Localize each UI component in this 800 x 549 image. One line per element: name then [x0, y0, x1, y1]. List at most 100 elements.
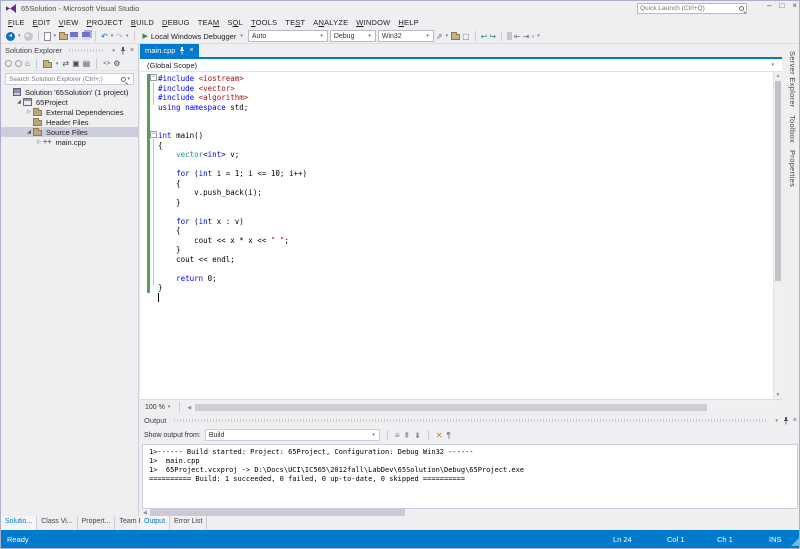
solution-search-input[interactable] [6, 76, 121, 83]
properties-wrench-icon[interactable]: ⚙ [113, 59, 120, 68]
undo-icon[interactable]: ↶ [101, 32, 108, 41]
pin-icon[interactable] [120, 47, 126, 55]
output-source-combo[interactable]: Build ▾ [205, 429, 380, 441]
window-position-icon[interactable]: ▾ [112, 48, 115, 54]
clear-bookmarks-icon[interactable]: ▫ [531, 32, 534, 41]
add-item-icon[interactable] [451, 34, 460, 40]
home-icon[interactable]: ⌂ [25, 59, 30, 68]
scroll-down-icon[interactable]: ▼ [774, 391, 782, 399]
find-message-icon[interactable]: ≡ [395, 431, 400, 440]
panel-tab-error-list[interactable]: Error List [170, 516, 207, 530]
tool-tab-propert[interactable]: Propert... [78, 516, 116, 530]
scope-folder-icon[interactable] [43, 62, 52, 68]
chevron-down-icon[interactable]: ▾ [126, 33, 129, 39]
editor-code-area[interactable]: −− #include <iostream>#include <vector>#… [140, 72, 773, 399]
chevron-down-icon[interactable]: ▾ [56, 61, 59, 67]
tree-item-main-cpp[interactable]: ▷++main.cpp [1, 137, 138, 147]
show-all-files-icon[interactable]: ▤ [83, 59, 91, 68]
resize-grip-icon[interactable] [791, 538, 799, 546]
side-tab-properties[interactable]: Properties [788, 150, 797, 187]
menu-window[interactable]: WINDOW [352, 18, 394, 27]
panel-tab-output[interactable]: Output [140, 516, 170, 530]
view-code-icon[interactable]: <> [103, 61, 110, 67]
word-wrap-icon[interactable]: ¶ [447, 431, 451, 440]
menu-test[interactable]: TEST [281, 18, 309, 27]
expander-collapsed-icon[interactable]: ▷ [25, 109, 33, 115]
chevron-down-icon[interactable]: ▾ [127, 76, 130, 82]
maximize-button[interactable]: □ [779, 1, 784, 10]
menu-file[interactable]: FILE [4, 18, 29, 27]
quick-launch-input[interactable] [640, 5, 739, 12]
new-file-icon[interactable] [44, 32, 51, 41]
tree-item-header-files[interactable]: Header Files [1, 117, 138, 127]
navigate-forward-history-icon[interactable]: ↪ [489, 32, 496, 41]
menu-view[interactable]: VIEW [55, 18, 83, 27]
tree-item-solution-65solution-1-project[interactable]: Solution '65Solution' (1 project) [1, 87, 138, 97]
menu-analyze[interactable]: ANALYZE [309, 18, 352, 27]
panel-grip[interactable] [69, 49, 104, 52]
back-icon[interactable] [5, 60, 12, 67]
scrollbar-thumb[interactable] [775, 81, 781, 281]
panel-grip[interactable] [174, 419, 768, 422]
clear-all-icon[interactable]: ✕ [436, 431, 443, 440]
previous-bookmark-icon[interactable]: ⇤ [514, 32, 521, 41]
zoom-control[interactable]: 100 % ▾ [142, 404, 174, 411]
scroll-left-icon[interactable]: ◀ [187, 405, 191, 411]
close-icon[interactable]: × [130, 47, 134, 54]
side-tab-toolbox[interactable]: Toolbox [788, 115, 797, 143]
collapse-region-icon[interactable]: − [150, 131, 157, 138]
pin-icon[interactable] [179, 47, 185, 55]
menu-edit[interactable]: EDIT [29, 18, 55, 27]
chevron-down-icon[interactable]: ▾ [771, 62, 774, 68]
chevron-down-icon[interactable]: ▾ [537, 33, 540, 39]
navigation-bar[interactable]: (Global Scope) ▾ [140, 59, 782, 72]
scrollbar-thumb[interactable] [150, 509, 405, 516]
tree-item-65project[interactable]: ◢65Project [1, 97, 138, 107]
next-bookmark-icon[interactable]: ⇥ [523, 32, 530, 41]
tree-item-source-files[interactable]: ◢Source Files [1, 127, 138, 137]
save-all-icon[interactable] [82, 32, 90, 40]
quick-launch-box[interactable] [637, 3, 747, 14]
solution-configurations-combo[interactable]: Auto▾ [248, 30, 328, 42]
editor-horizontal-scrollbar[interactable]: ◀ [185, 403, 780, 412]
menu-build[interactable]: BUILD [127, 18, 158, 27]
sync-with-active-document-icon[interactable]: ⇄ [62, 59, 69, 68]
output-log[interactable]: 1>------ Build started: Project: 65Proje… [142, 444, 798, 509]
start-debug-button[interactable]: ▶ Local Windows Debugger ▾ [140, 32, 245, 41]
menu-tools[interactable]: TOOLS [247, 18, 281, 27]
bookmark-icon[interactable] [507, 32, 512, 40]
save-icon[interactable] [70, 32, 78, 40]
window-position-icon[interactable]: ▾ [775, 418, 778, 424]
expander-expanded-icon[interactable]: ◢ [15, 99, 23, 105]
next-message-icon[interactable]: ⇟ [414, 431, 421, 440]
chevron-down-icon[interactable]: ▾ [18, 33, 21, 39]
navigate-backward-history-icon[interactable]: ↩ [481, 32, 488, 41]
menu-team[interactable]: TEAM [194, 18, 224, 27]
tab-main-cpp[interactable]: main.cpp × [140, 44, 199, 57]
menu-help[interactable]: HELP [394, 18, 422, 27]
menu-project[interactable]: PROJECT [83, 18, 127, 27]
close-icon[interactable]: × [189, 47, 193, 54]
close-button[interactable]: × [792, 1, 797, 10]
output-horizontal-scrollbar[interactable]: ◀ [142, 509, 798, 516]
previous-message-icon[interactable]: ⇞ [403, 431, 410, 440]
chevron-down-icon[interactable]: ▾ [446, 33, 449, 39]
forward-icon[interactable] [15, 60, 22, 67]
platform-combo[interactable]: Win32▾ [378, 30, 434, 42]
configuration-combo[interactable]: Debug▾ [330, 30, 376, 42]
expander-expanded-icon[interactable]: ◢ [25, 129, 33, 135]
solution-search-box[interactable]: ▾ [5, 73, 134, 85]
collapse-region-icon[interactable]: − [150, 74, 157, 81]
preview-icon[interactable]: ▢ [462, 32, 470, 41]
expander-collapsed-icon[interactable]: ▷ [35, 139, 43, 145]
side-tab-server-explorer[interactable]: Server Explorer [788, 51, 797, 108]
editor-vertical-scrollbar[interactable]: ▲ ▼ [773, 72, 782, 399]
chevron-down-icon[interactable]: ▾ [54, 33, 57, 39]
scroll-up-icon[interactable]: ▲ [774, 72, 782, 80]
menu-sql[interactable]: SQL [223, 18, 247, 27]
scrollbar-thumb[interactable] [195, 404, 706, 411]
navigate-forward-icon[interactable]: ▸ [24, 32, 33, 41]
tool-tab-solutio[interactable]: Solutio... [1, 516, 37, 530]
open-file-icon[interactable] [59, 34, 68, 40]
minimize-button[interactable]: – [767, 1, 771, 10]
